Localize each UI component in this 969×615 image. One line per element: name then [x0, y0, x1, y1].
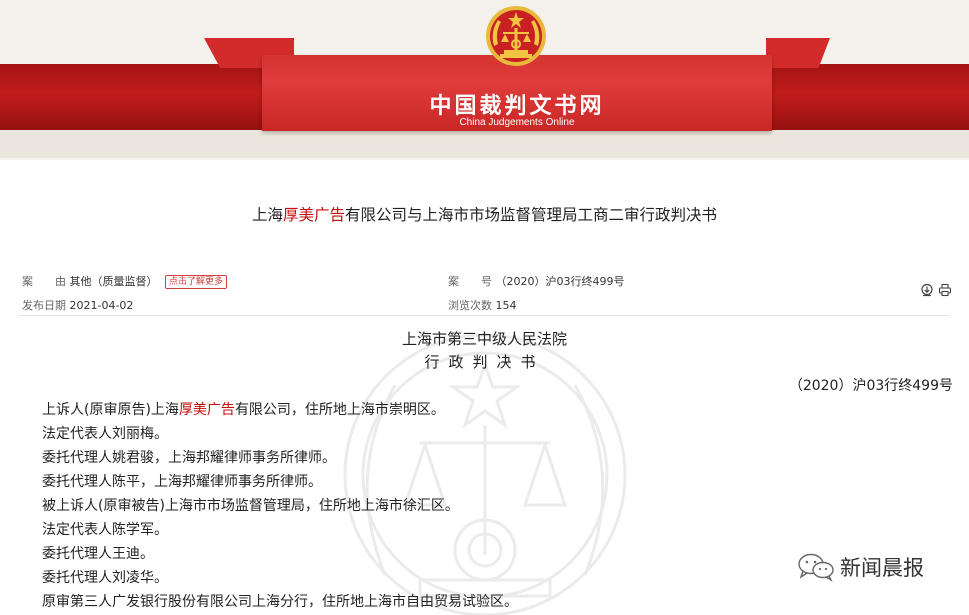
paragraph: 委托代理人陈平，上海邦耀律师事务所律师。	[42, 474, 322, 490]
document-type: 行政判决书	[424, 353, 545, 371]
publish-value: 2021-04-02	[69, 299, 134, 312]
paragraph: 法定代表人陈学军。	[42, 522, 168, 538]
meta-case-number: 案 号 （2020）沪03行终499号	[448, 273, 625, 289]
news-watermark: 新闻晨报	[796, 550, 946, 584]
wechat-icon	[798, 553, 834, 582]
meta-view-count: 浏览次数 154	[448, 297, 517, 313]
case-no-label: 案 号	[448, 275, 492, 288]
views-value: 154	[495, 299, 517, 312]
title-highlight: 厚美广告	[282, 206, 345, 224]
appellant-prefix: 上诉人(原审原告)上海	[42, 402, 179, 418]
court-emblem-icon	[486, 6, 546, 66]
case-no-value: （2020）沪03行终499号	[495, 275, 625, 288]
site-header: 中国裁判文书网 China Judgements Online	[0, 0, 969, 160]
paragraph: 委托代理人姚君骏，上海邦耀律师事务所律师。	[42, 450, 336, 466]
court-name: 上海市第三中级人民法院	[401, 330, 567, 348]
header-band	[0, 128, 969, 158]
download-icon[interactable]	[920, 283, 934, 297]
body-case-number: （2020）沪03行终499号	[788, 378, 953, 394]
site-title: 中国裁判文书网	[429, 94, 605, 119]
views-label: 浏览次数	[448, 299, 492, 312]
paragraph: 委托代理人王迪。	[42, 546, 154, 562]
meta-divider	[18, 315, 950, 316]
appellant-highlight: 厚美广告	[178, 402, 235, 418]
meta-cause: 案 由 其他（质量监督） 点击了解更多	[22, 273, 228, 289]
title-suffix: 有限公司与上海市市场监督管理局工商二审行政判决书	[345, 206, 718, 224]
publish-label: 发布日期	[22, 299, 66, 312]
cause-label: 案 由	[22, 275, 66, 288]
site-subtitle: China Judgements Online	[459, 117, 575, 128]
learn-more-button[interactable]: 点击了解更多	[165, 275, 228, 289]
cause-value: 其他（质量监督）	[69, 275, 158, 288]
paragraph: 法定代表人刘丽梅。	[42, 426, 168, 442]
document-title: 上海厚美广告有限公司与上海市市场监督管理局工商二审行政判决书	[0, 203, 969, 225]
meta-publish-date: 发布日期 2021-04-02	[22, 297, 133, 313]
title-prefix: 上海	[251, 206, 283, 224]
print-icon[interactable]	[938, 283, 952, 297]
paragraph-appellant: 上诉人(原审原告)上海厚美广告有限公司，住所地上海市崇明区。	[42, 399, 445, 419]
news-watermark-text: 新闻晨报	[840, 556, 924, 580]
appellant-suffix: 有限公司，住所地上海市崇明区。	[234, 402, 445, 418]
paragraph: 被上诉人(原审被告)上海市市场监督管理局，住所地上海市徐汇区。	[42, 498, 459, 514]
paragraph: 委托代理人刘凌华。	[42, 570, 168, 586]
paragraph: 原审第三人广发银行股份有限公司上海分行，住所地上海市自由贸易试验区。	[42, 594, 518, 610]
